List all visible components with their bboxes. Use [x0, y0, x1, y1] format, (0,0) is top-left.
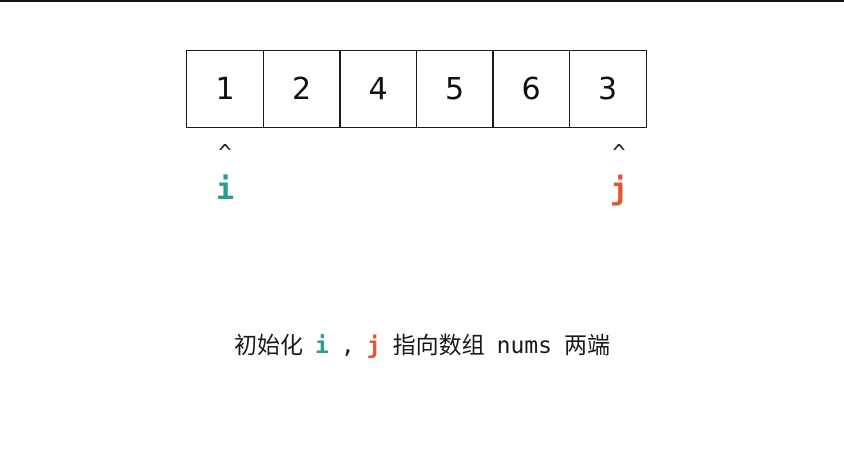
array-cell-2: 4: [339, 50, 417, 128]
caption-code: nums: [496, 333, 552, 359]
pointer-i: ^ i: [205, 143, 245, 205]
array-cell-1: 2: [262, 50, 341, 128]
caption-prefix: 初始化: [234, 333, 304, 359]
caption-i: i: [315, 333, 329, 359]
pointer-i-label: i: [215, 172, 235, 207]
caption-middle: 指向数组: [392, 333, 485, 359]
caption-suffix: 两端: [563, 333, 610, 359]
top-divider: [0, 0, 844, 2]
caret-up-icon: ^: [612, 141, 626, 166]
array-cell-5: 3: [568, 50, 647, 128]
array-cell-4: 6: [492, 50, 570, 128]
pointer-j: ^ j: [599, 143, 639, 205]
caption-comma: ,: [340, 333, 355, 359]
pointer-j-label: j: [609, 172, 629, 207]
array-row: 1 2 4 5 6 3: [186, 50, 647, 128]
array-cell-0: 1: [186, 50, 264, 128]
caption: 初始化 i, j 指向数组 nums 两端: [0, 326, 844, 360]
array-cell-3: 5: [415, 50, 494, 128]
caption-j: j: [366, 333, 381, 359]
caret-up-icon: ^: [218, 141, 232, 166]
